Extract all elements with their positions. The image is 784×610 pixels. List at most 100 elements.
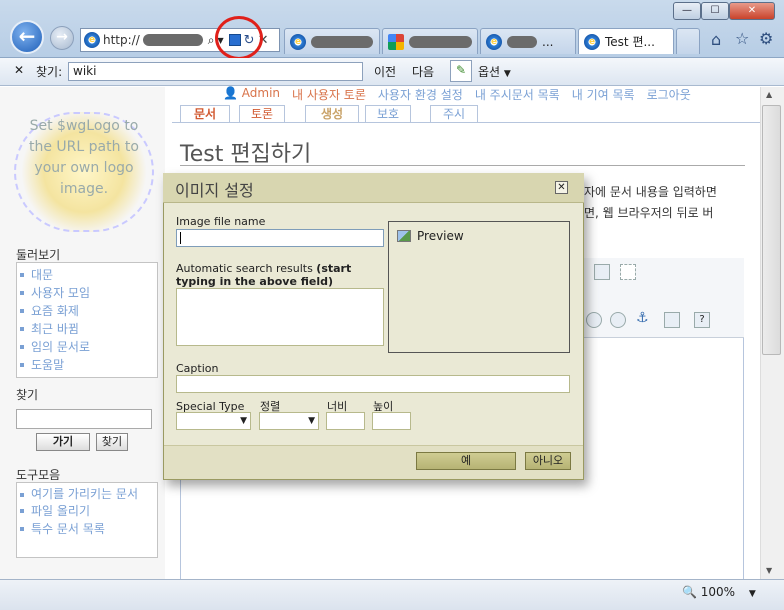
highlight-pen-icon[interactable]: ✎ [450,60,472,82]
user-link-logout[interactable]: 로그아웃 [647,86,691,103]
scrollbar-thumb[interactable] [762,105,781,355]
ie-page-icon: e [84,32,100,48]
wiki-logo-placeholder[interactable]: Set $wgLogo to the URL path to your own … [14,112,154,232]
cancel-button[interactable]: 아니오 [525,452,571,470]
close-find-bar-icon[interactable]: ✕ [14,63,24,77]
zoom-control[interactable]: 🔍 100% ▼ [682,585,756,599]
user-link-contributions[interactable]: 내 기여 목록 [572,86,635,103]
nav-item-community[interactable]: 사용자 모임 [17,284,157,302]
tabs-divider [172,122,760,123]
back-arrow-icon: ← [18,24,36,48]
search-results-list[interactable] [176,288,384,346]
tab-discussion[interactable]: 토론 [239,105,285,123]
image-file-label: Image file name [176,215,266,228]
find-label: 찾기: [36,65,63,79]
broken-image-icon [397,230,411,242]
width-input[interactable] [326,412,365,430]
find-input[interactable]: wiki [68,62,363,81]
go-button[interactable]: 가기 [36,433,90,451]
zoom-icon: 🔍 [682,585,697,599]
find-previous-button[interactable]: 이전 [374,63,396,80]
tab-watch[interactable]: 주시 [430,105,478,123]
tool-what-links-here[interactable]: 여기를 가리키는 문서 [17,486,157,502]
nav-item-current-events[interactable]: 요즘 화제 [17,302,157,320]
smiley-icon[interactable] [610,312,626,328]
ok-button[interactable]: 예 [416,452,516,470]
maximize-button[interactable]: ☐ [701,2,729,20]
show-blocks-icon[interactable] [664,312,680,328]
sidebar-search-input[interactable] [16,409,152,429]
dialog-footer [164,445,583,479]
dropdown-arrow-icon: ▼ [748,589,756,599]
anchor-icon[interactable]: ⚓ [636,310,649,326]
tool-special-pages[interactable]: 특수 문서 목록 [17,520,157,538]
nav-item-main[interactable]: 대문 [17,266,157,284]
auto-search-label: Automatic search results (start typing i… [176,262,352,288]
help-icon[interactable]: ? [694,312,710,328]
redacted-tab-title [408,35,472,48]
forward-button[interactable]: → [50,26,74,50]
caption-label: Caption [176,362,219,375]
tab-article[interactable]: 문서 [180,105,230,123]
search-heading: 찾기 [16,388,39,402]
close-window-button[interactable]: ✕ [729,2,775,20]
browser-tab-3[interactable]: e ... [480,28,576,54]
tab-label: ... [542,34,554,49]
address-text: http:// [103,33,140,47]
minimize-button[interactable]: — [673,2,701,20]
caption-input[interactable] [176,375,570,393]
tab-create[interactable]: 생성 [305,105,359,123]
toolbox-portlet: 여기를 가리키는 문서 파일 올리기 특수 문서 목록 [16,482,158,558]
user-link-preferences[interactable]: 사용자 환경 설정 [378,86,463,103]
new-tab-button[interactable] [676,28,700,54]
nav-item-recent-changes[interactable]: 최근 바뀜 [17,320,157,338]
options-label: 옵션 [478,65,501,79]
nav-item-random[interactable]: 임의 문서로 [17,338,157,356]
toolbox-heading: 도구모음 [16,468,61,482]
image-file-input[interactable] [176,229,384,247]
dialog-close-icon[interactable]: ✕ [555,181,568,194]
navigation-portlet: 대문 사용자 모임 요즘 화제 최근 바뀜 임의 문서로 도움말 [16,262,158,378]
search-portlet: 가기 찾기 [16,402,158,458]
status-bar [0,579,784,610]
redacted-url [142,34,203,46]
favorites-star-icon[interactable]: ☆ [735,29,749,48]
scroll-up-arrow-icon[interactable]: ▲ [766,90,772,99]
home-icon[interactable]: ⌂ [711,30,721,49]
browser-tab-1[interactable]: e [284,28,380,54]
browser-tab-4-active[interactable]: e Test 편... [578,28,674,54]
find-options-button[interactable]: 옵션 ▼ [478,63,511,80]
google-icon [388,33,404,50]
scroll-down-arrow-icon[interactable]: ▼ [766,566,772,575]
search-icon[interactable]: ⌕ [208,33,215,48]
nav-item-help[interactable]: 도움말 [17,356,157,374]
find-next-button[interactable]: 다음 [412,63,434,80]
search-button[interactable]: 찾기 [96,433,128,451]
special-type-select[interactable]: ▼ [176,412,251,430]
insert-hr-icon[interactable] [620,264,636,280]
tool-upload-file[interactable]: 파일 올리기 [17,502,157,520]
align-select[interactable]: ▼ [259,412,319,430]
redacted-tab-title [311,35,373,48]
insert-image-icon[interactable] [594,264,610,280]
back-button[interactable]: ← [10,20,44,54]
browser-tab-2[interactable] [382,28,478,54]
preview-pane: Preview [388,221,570,353]
tools-gear-icon[interactable]: ⚙ [759,29,773,48]
preview-label: Preview [417,229,464,243]
user-link-admin[interactable]: 👤 Admin [223,86,280,103]
tab-protect[interactable]: 보호 [365,105,411,123]
title-divider [180,165,745,166]
user-link-talk[interactable]: 내 사용자 토론 [292,86,366,103]
page-title: Test 편집하기 [180,142,312,167]
tab-label: Test 편... [605,35,655,49]
text-cursor [180,232,181,244]
ie-tab-icon: e [290,33,306,50]
dropdown-arrow-icon: ▼ [503,69,511,79]
ie-tab-icon: e [584,33,600,50]
special-char-icon[interactable] [586,312,602,328]
zoom-level: 100% [700,585,736,599]
height-input[interactable] [372,412,411,430]
user-link-watchlist[interactable]: 내 주시문서 목록 [475,86,560,103]
navigation-heading: 둘러보기 [16,248,61,262]
